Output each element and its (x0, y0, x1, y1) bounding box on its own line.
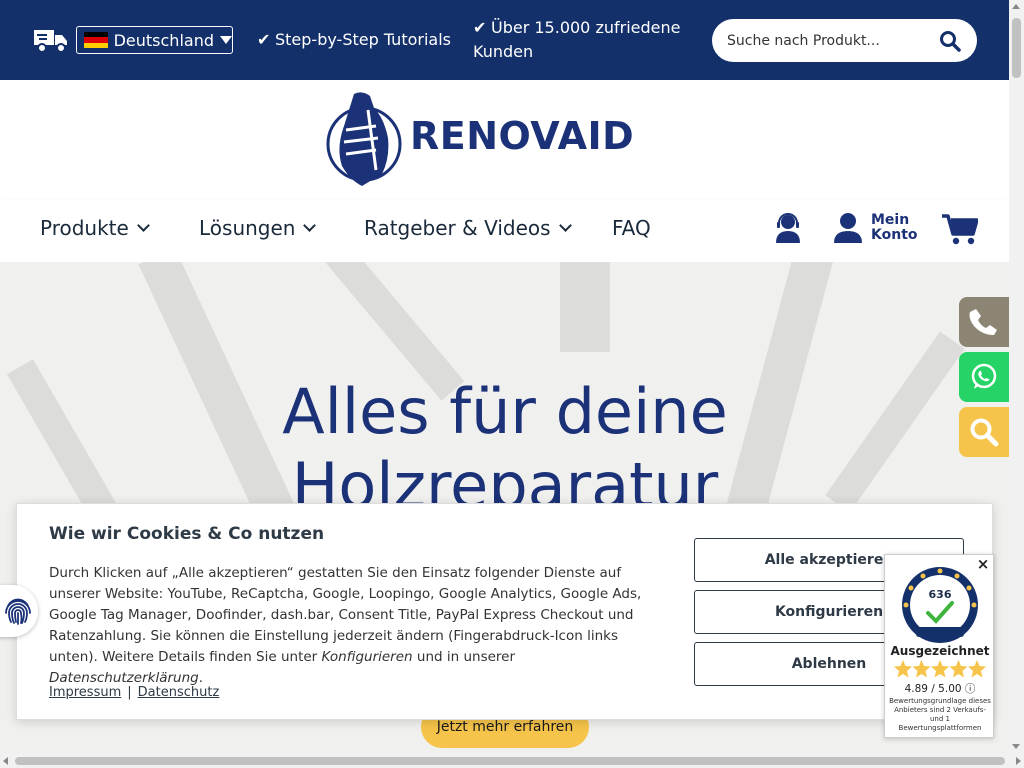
knight-helmet-icon (326, 92, 402, 186)
checkmark-icon: ✔ (257, 30, 271, 49)
top-bar: Deutschland ✔ Step-by-Step Tutorials ✔ Übe… (0, 0, 1009, 80)
search-box (712, 19, 977, 62)
chevron-down-icon (558, 219, 572, 232)
horizontal-scrollbar[interactable] (0, 753, 1024, 768)
rating-stars (894, 660, 986, 678)
usp-tutorials-label: Step-by-Step Tutorials (275, 30, 451, 49)
star-icon (912, 660, 931, 678)
scroll-down-arrow-icon[interactable] (1012, 744, 1020, 749)
main-navigation: Produkte Lösungen Ratgeber & Videos FAQ … (0, 200, 1009, 262)
privacy-link[interactable]: Datenschutz (138, 685, 220, 700)
brand-name: RENOVAID (410, 114, 635, 158)
cookie-title: Wie wir Cookies & Co nutzen (49, 524, 325, 544)
vertical-scrollbar[interactable] (1009, 0, 1024, 753)
account-label-line-1: Mein (871, 212, 910, 228)
account-label-line-2: Konto (871, 227, 918, 243)
nav-item-label: FAQ (612, 216, 651, 240)
cookie-footer-links: Impressum | Datenschutz (49, 685, 219, 700)
nav-item-label: Produkte (40, 216, 129, 240)
language-selector[interactable]: Deutschland (76, 26, 233, 54)
info-icon[interactable]: ⓘ (965, 683, 976, 695)
phone-contact-button[interactable] (959, 297, 1009, 347)
cookie-privacy-policy-link[interactable]: Datenschutzerklärung (49, 670, 199, 686)
brand-logo[interactable]: RENOVAID (324, 90, 644, 190)
chevron-down-icon (303, 219, 317, 232)
trust-score-value: 4.89 / 5.00 (904, 683, 962, 695)
shopping-cart-icon[interactable] (942, 213, 978, 245)
language-label: Deutschland (113, 30, 214, 50)
trust-review-count: 636 (928, 588, 952, 601)
trust-note: Bewertungsgrundlage dieses Anbieters sin… (889, 697, 991, 732)
checkmark-icon: ✔ (473, 18, 487, 37)
star-icon (894, 660, 912, 678)
hero-background-beam (825, 331, 965, 513)
account-link[interactable]: Mein Konto (871, 213, 918, 243)
scroll-up-arrow-icon[interactable] (1012, 4, 1020, 9)
cookie-text-part: und in unserer (412, 649, 516, 665)
usp-tutorials: ✔ Step-by-Step Tutorials (257, 28, 451, 52)
hero-title: Alles für deine Holzreparatur (282, 375, 728, 522)
scrollbar-thumb[interactable] (15, 757, 1005, 765)
side-search-button[interactable] (959, 407, 1009, 457)
nav-item-loesungen[interactable]: Lösungen (199, 216, 317, 240)
scroll-left-arrow-icon[interactable] (3, 757, 8, 765)
phone-icon (969, 309, 997, 335)
trust-label: Ausgezeichnet (890, 644, 990, 658)
nav-item-ratgeber-videos[interactable]: Ratgeber & Videos (364, 216, 572, 240)
link-separator: | (127, 685, 132, 700)
chevron-down-icon (136, 219, 150, 232)
hero-background-beam (560, 262, 610, 352)
nav-item-produkte[interactable]: Produkte (40, 216, 150, 240)
search-icon (970, 418, 999, 447)
whatsapp-icon (971, 363, 997, 389)
search-input[interactable] (727, 32, 927, 49)
star-icon (949, 660, 968, 678)
scroll-right-arrow-icon[interactable] (1016, 757, 1021, 765)
nav-item-label: Lösungen (199, 216, 296, 240)
whatsapp-contact-button[interactable] (959, 352, 1009, 402)
cookie-description: Durch Klicken auf „Alle akzeptieren“ ges… (49, 563, 664, 689)
germany-flag-icon (84, 32, 108, 48)
trust-score: 4.89 / 5.00 ⓘ (885, 681, 995, 696)
scrollbar-thumb[interactable] (1012, 18, 1021, 78)
search-icon[interactable] (939, 30, 961, 52)
star-icon (968, 660, 986, 678)
trust-badge[interactable]: × 636 Ausgezeichnet 4.89 / 5.00 ⓘ Bewert… (884, 554, 994, 738)
customer-support-icon[interactable] (775, 213, 801, 243)
fingerprint-icon (5, 598, 31, 625)
nav-item-label: Ratgeber & Videos (364, 216, 551, 240)
star-icon (931, 660, 949, 678)
cookie-configure-link[interactable]: Konfigurieren (322, 649, 413, 665)
imprint-link[interactable]: Impressum (49, 685, 121, 700)
nav-item-faq[interactable]: FAQ (612, 216, 651, 240)
user-account-icon[interactable] (833, 213, 863, 243)
trustami-seal-icon (902, 567, 978, 643)
usp-customers-label: Über 15.000 zufriedene Kunden (473, 18, 681, 61)
delivery-truck-icon (34, 30, 67, 53)
cookie-consent-banner: Wie wir Cookies & Co nutzen Durch Klicke… (16, 503, 993, 720)
cookie-text-part: . (198, 670, 203, 686)
usp-customers: ✔ Über 15.000 zufriedene Kunden (473, 16, 693, 64)
caret-down-icon (220, 36, 232, 44)
